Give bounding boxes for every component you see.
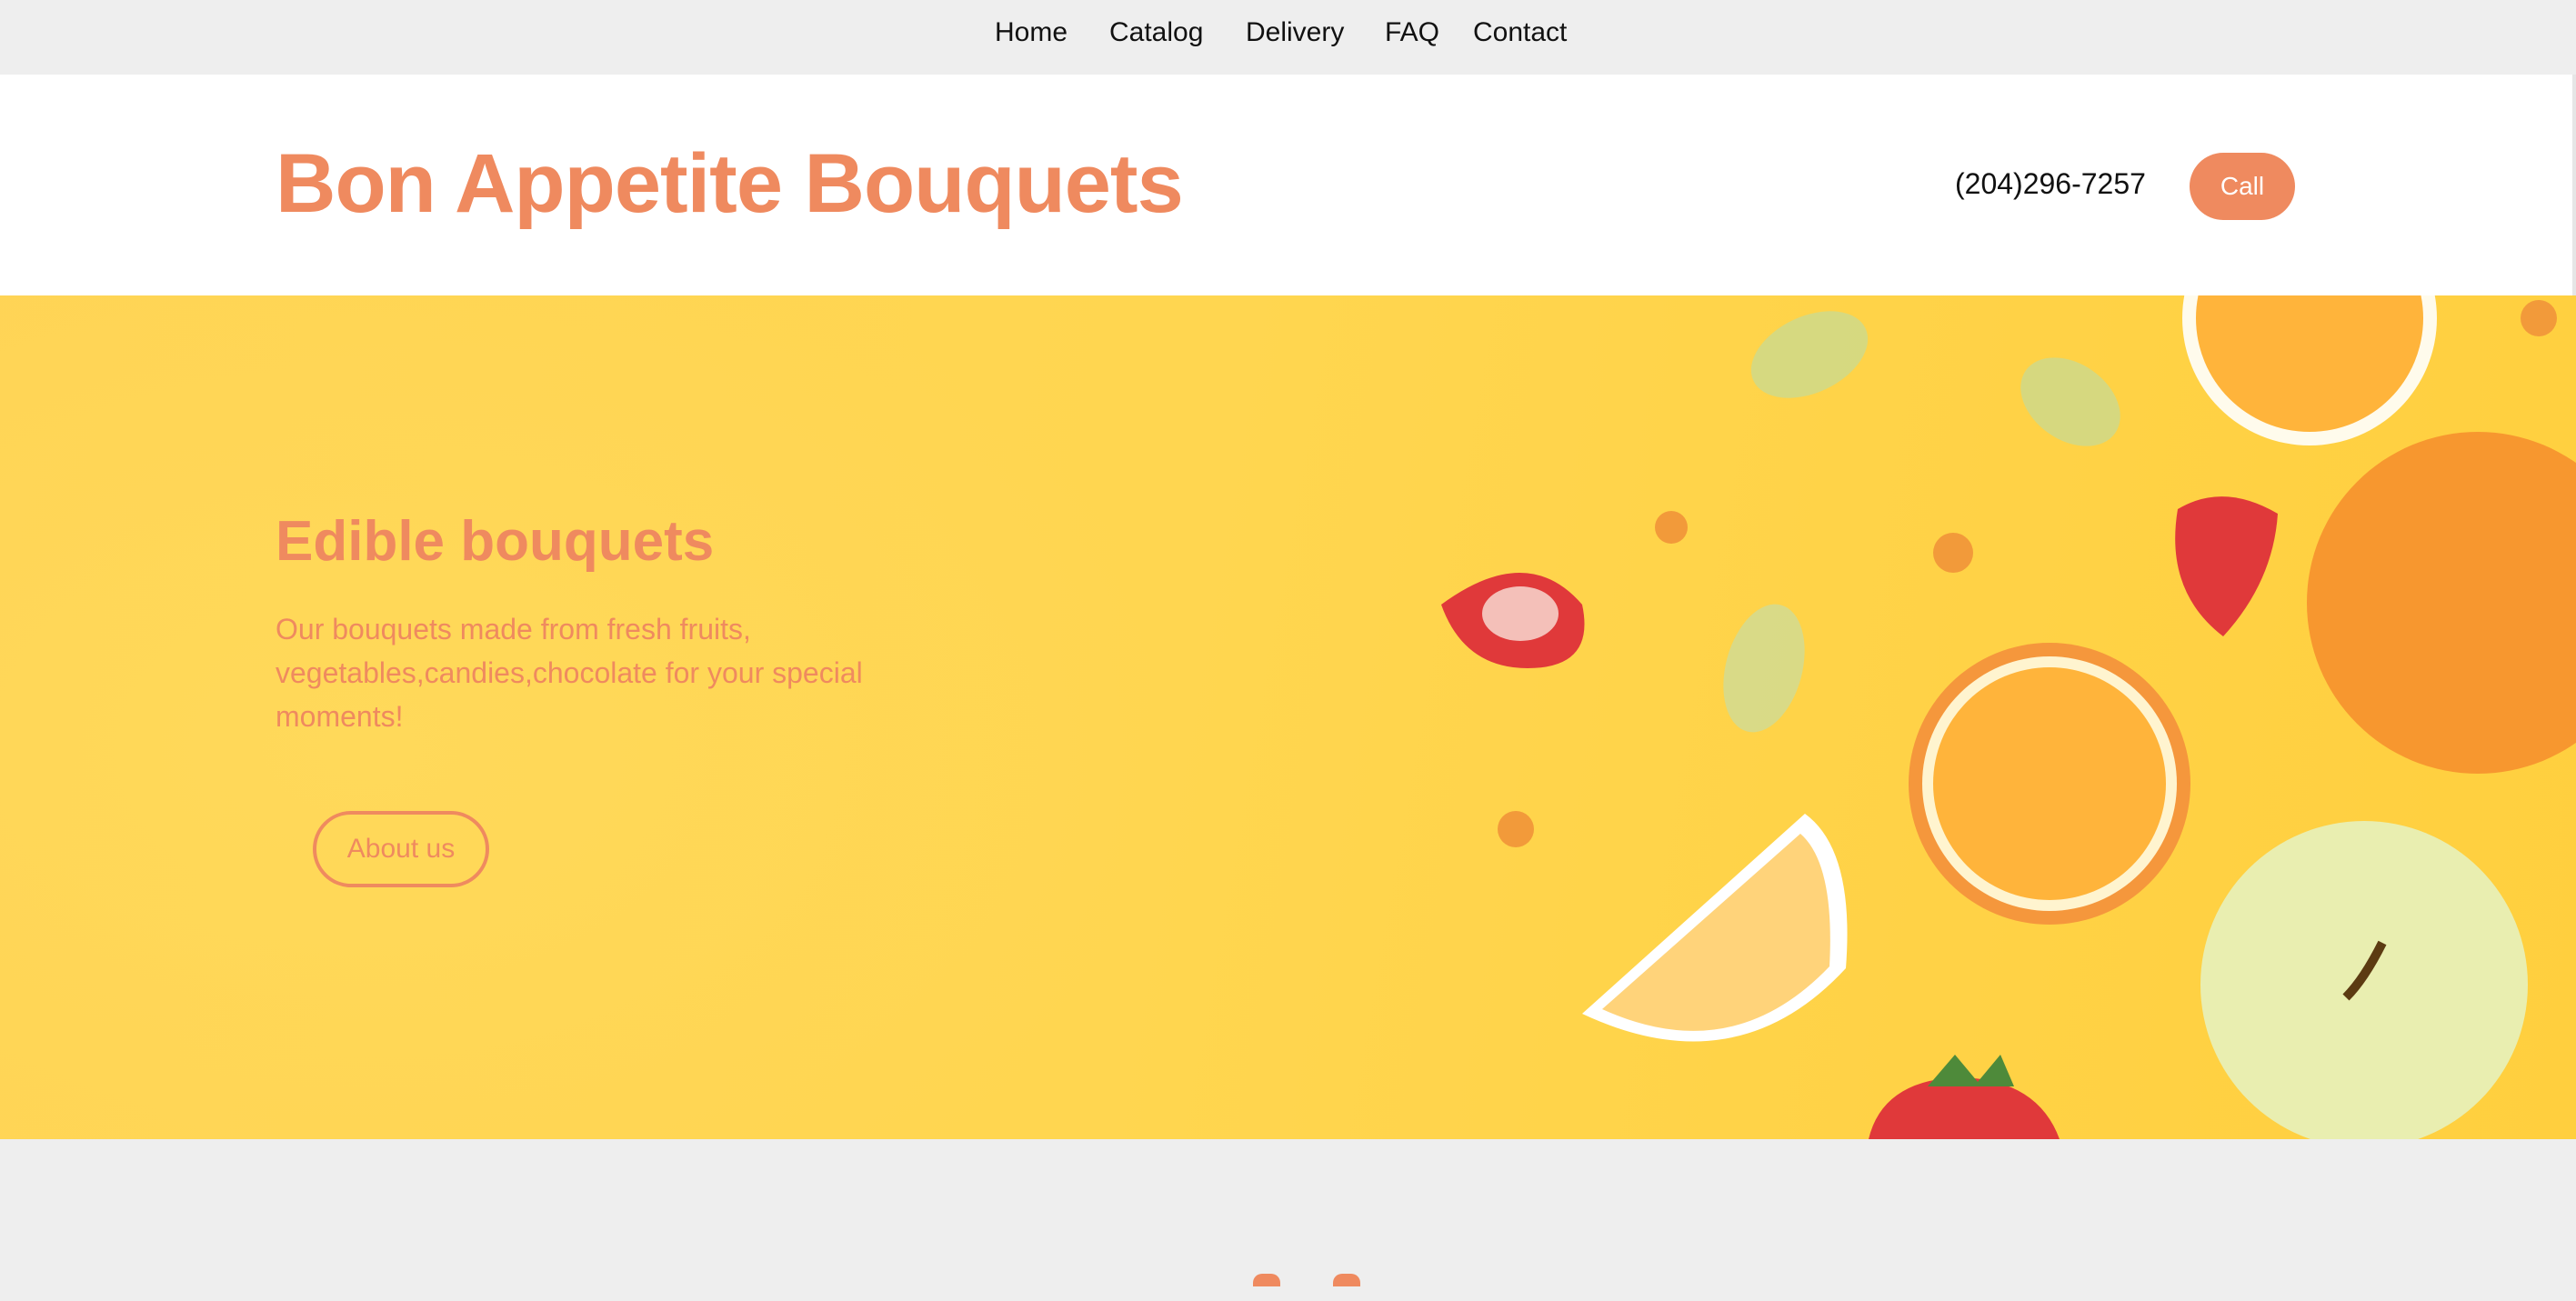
- section-heading-partial: [1246, 1274, 1382, 1301]
- strawberry: [1869, 1077, 2060, 1139]
- next-section: [0, 1139, 2576, 1286]
- nav-delivery[interactable]: Delivery: [1246, 15, 1344, 51]
- brand-title[interactable]: Bon Appetite Bouquets: [276, 138, 1184, 229]
- grape: [1723, 604, 1805, 733]
- phone-number: (204)296-7257: [1955, 167, 2146, 200]
- hero-description: Our bouquets made from fresh fruits, veg…: [276, 613, 863, 733]
- top-navigation: Home Catalog Delivery FAQ Contact: [0, 0, 2576, 75]
- nav-catalog[interactable]: Catalog: [1109, 15, 1203, 51]
- site-header: Bon Appetite Bouquets (204)296-7257 Call: [0, 75, 2576, 295]
- grape: [2020, 357, 2120, 446]
- berry: [1498, 811, 1534, 847]
- nav-faq[interactable]: FAQ: [1385, 15, 1439, 51]
- berry: [2521, 300, 2557, 336]
- orange: [2307, 432, 2576, 774]
- nav-home[interactable]: Home: [995, 15, 1067, 51]
- hero-title: Edible bouquets: [276, 510, 715, 573]
- berry: [1933, 533, 1973, 573]
- grape: [1750, 311, 1869, 398]
- orange-slice: [1933, 667, 2166, 900]
- strawberry: [2175, 496, 2278, 636]
- about-us-button[interactable]: About us: [313, 811, 489, 887]
- berry: [1655, 511, 1688, 544]
- hero-banner: Edible bouquets Our bouquets made from f…: [0, 295, 2576, 1139]
- nav-contact[interactable]: Contact: [1473, 15, 1567, 51]
- call-button[interactable]: Call: [2190, 153, 2295, 220]
